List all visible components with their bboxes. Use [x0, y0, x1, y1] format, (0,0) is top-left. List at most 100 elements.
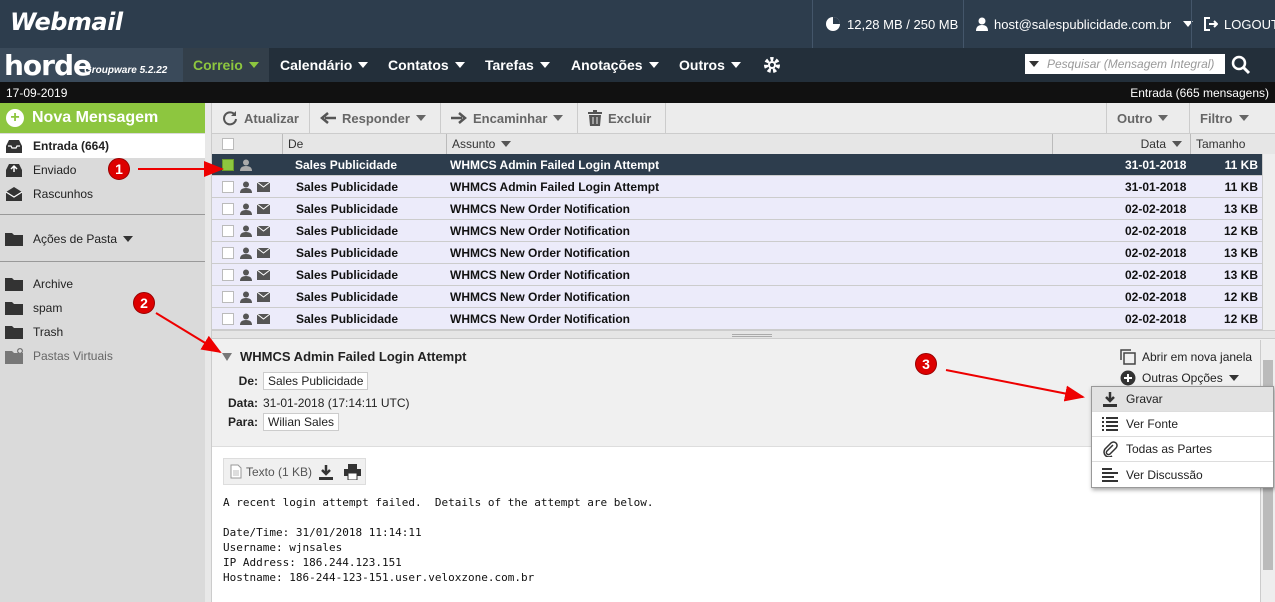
sort-chevron-icon [1172, 141, 1182, 147]
chevron-down-icon [730, 62, 741, 68]
sidebar-item-trash[interactable]: Trash [0, 320, 205, 344]
preview-subject[interactable]: WHMCS Admin Failed Login Attempt [222, 349, 467, 364]
row-checkbox[interactable] [222, 202, 234, 215]
menu-contatos[interactable]: Contatos [378, 48, 475, 82]
list-scrollbar[interactable] [1262, 154, 1275, 330]
chevron-down-icon [553, 115, 564, 121]
row-checkbox[interactable] [222, 312, 234, 325]
body-line: Username: wjnsales [223, 541, 343, 554]
menu-item-view-source[interactable]: Ver Fonte [1092, 412, 1273, 437]
select-all-checkbox[interactable] [212, 134, 282, 154]
menu-anotacoes[interactable]: Anotações [561, 48, 669, 82]
sidebar-item-spam[interactable]: spam [0, 296, 205, 320]
message-row[interactable]: Sales Publicidade WHMCS Admin Failed Log… [212, 154, 1262, 176]
person-icon [240, 198, 252, 219]
refresh-icon [222, 110, 244, 126]
folder-icon [5, 277, 33, 291]
person-icon [240, 220, 252, 241]
from-address[interactable]: Sales Publicidade [263, 372, 369, 390]
sidebar-item-drafts[interactable]: Rascunhos [0, 182, 205, 206]
body-line: IP Address: 186.244.123.151 [223, 556, 402, 569]
sidebar: + Nova Mensagem Entrada (664) Enviado Ra… [0, 103, 205, 602]
top-bar: Webmail 12,28 MB / 250 MB host@salespubl… [0, 0, 1275, 48]
row-checkbox[interactable] [222, 246, 234, 259]
message-row[interactable]: Sales Publicidade WHMCS New Order Notifi… [212, 264, 1262, 286]
plus-circle-icon [1120, 370, 1142, 386]
collapse-triangle-icon[interactable] [222, 352, 232, 361]
message-row[interactable]: Sales Publicidade WHMCS New Order Notifi… [212, 286, 1262, 308]
chevron-down-icon [1228, 375, 1239, 381]
logout-button[interactable]: LOGOUT [1191, 0, 1275, 48]
menu-item-view-thread[interactable]: Ver Discussão [1092, 462, 1273, 487]
sidebar-item-virtual-folders[interactable]: Pastas Virtuais [0, 344, 205, 368]
envelope-icon [257, 264, 270, 285]
pie-chart-icon [825, 16, 847, 32]
message-list-header: De Assunto Data Tamanho [212, 134, 1275, 154]
folder-icon [5, 325, 33, 339]
forward-button[interactable]: Encaminhar [441, 103, 578, 133]
settings-gear-button[interactable] [752, 48, 792, 82]
envelope-icon [257, 198, 270, 219]
reply-button[interactable]: Responder [310, 103, 441, 133]
other-button[interactable]: Outro [1106, 103, 1190, 133]
folder-actions-button[interactable]: Ações de Pasta [0, 227, 205, 251]
document-icon [230, 464, 246, 479]
divider [0, 214, 205, 215]
message-row[interactable]: Sales Publicidade WHMCS New Order Notifi… [212, 220, 1262, 242]
filter-button[interactable]: Filtro [1190, 103, 1275, 133]
menu-item-save[interactable]: Gravar [1092, 387, 1273, 412]
trash-icon [588, 110, 608, 126]
chevron-down-icon [454, 62, 465, 68]
menu-correio[interactable]: Correio [183, 48, 269, 82]
logout-icon [1204, 17, 1224, 31]
row-checkbox[interactable] [222, 290, 234, 303]
column-size[interactable]: Tamanho [1190, 134, 1275, 154]
refresh-button[interactable]: Atualizar [212, 103, 310, 133]
menu-calendario[interactable]: Calendário [270, 48, 378, 82]
status-bar: 17-09-2019 Entrada (665 mensagens) [0, 82, 1275, 103]
menu-outros[interactable]: Outros [669, 48, 751, 82]
user-menu[interactable]: host@salespublicidade.com.br [963, 0, 1194, 48]
to-address[interactable]: Wilian Sales [263, 413, 340, 431]
open-new-window-button[interactable]: Abrir em nova janela [1120, 349, 1252, 365]
divider [0, 261, 205, 262]
sidebar-item-inbox[interactable]: Entrada (664) [0, 134, 205, 158]
more-options-button[interactable]: Outras Opções [1120, 370, 1239, 386]
row-checkbox[interactable] [222, 224, 234, 237]
menu-item-all-parts[interactable]: Todas as Partes [1092, 437, 1273, 462]
column-subject[interactable]: Assunto [446, 134, 1052, 154]
sidebar-item-sent[interactable]: Enviado [0, 158, 205, 182]
person-icon [240, 286, 252, 307]
delete-button[interactable]: Excluir [578, 103, 666, 133]
envelope-icon [257, 220, 270, 241]
chevron-down-icon [648, 62, 659, 68]
search-button[interactable] [1231, 55, 1251, 75]
header-date: Data: 31-01-2018 (17:14:11 UTC) [227, 396, 410, 410]
message-row[interactable]: Sales Publicidade WHMCS New Order Notifi… [212, 198, 1262, 220]
message-toolbar: Atualizar Responder Encaminhar Excluir O… [212, 103, 1275, 134]
search-options-chevron-icon[interactable] [1029, 61, 1039, 67]
align-left-icon [1102, 467, 1126, 482]
row-checkbox[interactable] [222, 268, 234, 281]
menu-tarefas[interactable]: Tarefas [475, 48, 560, 82]
horde-brand: horde Groupware 5.2.22 [0, 48, 183, 82]
column-date[interactable]: Data [1052, 134, 1190, 154]
chevron-down-icon [415, 115, 426, 121]
folder-icon [5, 232, 33, 246]
search-input[interactable]: Pesquisar (Mensagem Integral) [1025, 54, 1225, 74]
preview-splitter[interactable] [212, 330, 1275, 339]
print-icon[interactable] [344, 463, 365, 480]
column-from[interactable]: De [282, 134, 446, 154]
sidebar-item-archive[interactable]: Archive [0, 272, 205, 296]
message-row[interactable]: Sales Publicidade WHMCS New Order Notifi… [212, 242, 1262, 264]
message-row[interactable]: Sales Publicidade WHMCS New Order Notifi… [212, 308, 1262, 330]
drafts-envelope-icon [5, 186, 33, 202]
sort-chevron-icon [501, 141, 512, 147]
row-checkbox[interactable] [222, 158, 234, 171]
plus-icon: + [6, 109, 24, 127]
row-checkbox[interactable] [222, 180, 234, 193]
message-row[interactable]: Sales Publicidade WHMCS Admin Failed Log… [212, 176, 1262, 198]
download-icon[interactable] [318, 464, 338, 480]
sidebar-splitter[interactable] [205, 103, 212, 602]
new-message-button[interactable]: + Nova Mensagem [0, 103, 205, 133]
